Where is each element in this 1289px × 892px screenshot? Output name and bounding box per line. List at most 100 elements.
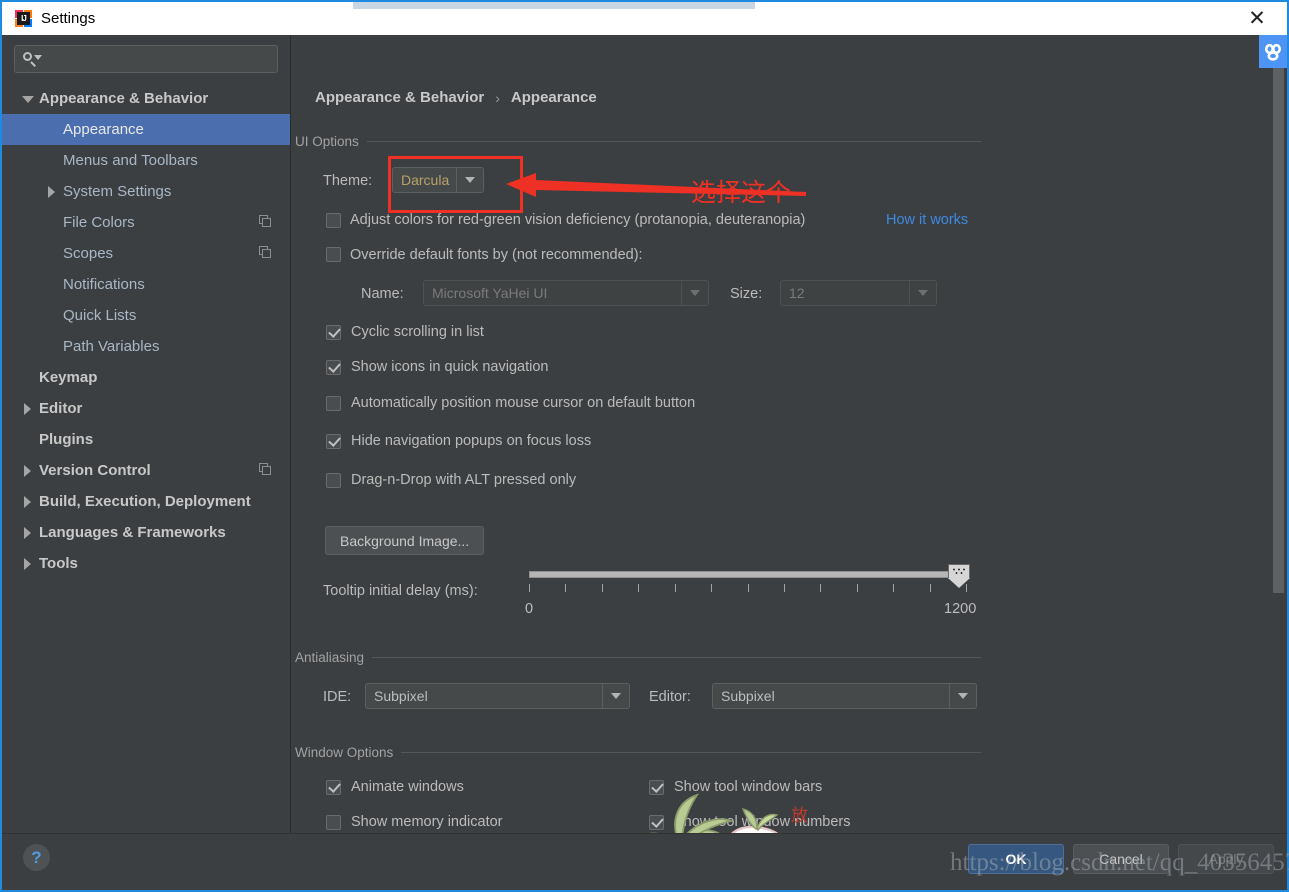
content-scrollbar-thumb[interactable] <box>1273 53 1284 593</box>
sidebar-item-build-execution-deployment[interactable]: Build, Execution, Deployment <box>2 486 290 517</box>
settings-tree: Appearance & Behavior Appearance Menus and… <box>2 83 290 579</box>
sidebar-item-label: Editor <box>39 400 83 417</box>
editor-antialiasing-select[interactable]: Subpixel <box>712 683 977 709</box>
chevron-right-icon[interactable] <box>20 463 35 478</box>
sidebar-item-languages-frameworks[interactable]: Languages & Frameworks <box>2 517 290 548</box>
sidebar-item-scopes[interactable]: Scopes <box>2 238 290 269</box>
copy-settings-icon <box>259 246 272 259</box>
intellij-idea-icon: IJ <box>15 10 32 27</box>
sidebar-item-appearance[interactable]: Appearance <box>2 114 290 145</box>
group-window-options-label: Window Options <box>295 745 394 760</box>
ui-option-label: Automatically position mouse cursor on d… <box>351 395 696 411</box>
chevron-down-icon <box>681 281 708 305</box>
sidebar-item-notifications[interactable]: Notifications <box>2 269 290 300</box>
settings-content: Appearance & Behavior › Appearance UI Op… <box>291 35 1287 833</box>
sidebar-item-quick-lists[interactable]: Quick Lists <box>2 300 290 331</box>
chevron-right-icon[interactable] <box>20 494 35 509</box>
ui-option-checkbox[interactable] <box>326 434 341 449</box>
sidebar-item-label: Keymap <box>39 369 98 386</box>
sidebar-item-label: Notifications <box>63 276 145 293</box>
sidebar-item-plugins[interactable]: Plugins <box>2 424 290 455</box>
chevron-right-icon[interactable] <box>20 401 35 416</box>
adjust-colors-checkbox[interactable] <box>326 213 341 228</box>
chevron-down-icon <box>602 684 629 708</box>
ui-option-checkbox[interactable] <box>326 360 341 375</box>
dialog-footer: ? OK Cancel Apply https://blog.csdn.net/… <box>2 833 1289 890</box>
sidebar-item-label: Languages & Frameworks <box>39 524 226 541</box>
window-option-right-checkbox[interactable] <box>649 815 664 830</box>
background-image-button[interactable]: Background Image... <box>325 526 485 555</box>
dialog-body: Appearance & Behavior Appearance Menus and… <box>2 35 1287 833</box>
sidebar-item-label: Appearance <box>63 121 144 138</box>
tooltip-delay-slider[interactable] <box>529 564 970 595</box>
help-button[interactable]: ? <box>23 844 50 871</box>
slider-min-label: 0 <box>525 601 534 617</box>
sidebar-item-label: System Settings <box>63 183 172 200</box>
ui-option-checkbox[interactable] <box>326 396 341 411</box>
font-name-select[interactable]: Microsoft YaHei UI <box>423 280 709 306</box>
slider-track <box>529 571 966 578</box>
slider-thumb[interactable] <box>948 564 970 588</box>
theme-label: Theme: <box>323 173 373 189</box>
sidebar-item-keymap[interactable]: Keymap <box>2 362 290 393</box>
search-box[interactable] <box>14 45 278 73</box>
breadcrumb-root[interactable]: Appearance & Behavior <box>315 89 484 106</box>
sidebar-item-label: Appearance & Behavior <box>39 90 209 107</box>
override-fonts-label: Override default fonts by (not recommend… <box>350 247 643 263</box>
group-antialiasing: Antialiasing <box>295 650 981 665</box>
sidebar-item-system-settings[interactable]: System Settings <box>2 176 290 207</box>
theme-select[interactable]: Darcula <box>392 167 484 193</box>
group-window-options: Window Options <box>295 745 981 760</box>
sidebar-item-menus-and-toolbars[interactable]: Menus and Toolbars <box>2 145 290 176</box>
font-size-select[interactable]: 12 <box>780 280 937 306</box>
adjust-colors-label: Adjust colors for red-green vision defic… <box>350 212 806 228</box>
chevron-down-icon <box>456 168 483 192</box>
ide-antialiasing-select[interactable]: Subpixel <box>365 683 630 709</box>
chevron-right-icon[interactable] <box>44 184 59 199</box>
ui-option-label: Drag-n-Drop with ALT pressed only <box>351 472 577 488</box>
window-option-left-label: Animate windows <box>351 779 464 795</box>
ui-option-label: Hide navigation popups on focus loss <box>351 433 592 449</box>
sidebar-item-appearance-behavior[interactable]: Appearance & Behavior <box>2 83 290 114</box>
editor-antialiasing-label: Editor: <box>649 689 691 705</box>
ui-option-checkbox[interactable] <box>326 325 341 340</box>
baidu-netdisk-icon[interactable] <box>1259 35 1287 68</box>
font-size-value: 12 <box>789 285 805 301</box>
copy-settings-icon <box>259 215 272 228</box>
sidebar-item-label: Build, Execution, Deployment <box>39 493 251 510</box>
window-option-left-checkbox[interactable] <box>326 815 341 830</box>
chevron-down-icon[interactable] <box>20 91 35 106</box>
window-option-right-checkbox[interactable] <box>649 780 664 795</box>
title-bar-ghost-strip <box>353 2 755 9</box>
breadcrumb-separator-icon: › <box>495 89 500 106</box>
search-input[interactable] <box>42 50 269 68</box>
sidebar-item-version-control[interactable]: Version Control <box>2 455 290 486</box>
editor-antialiasing-value: Subpixel <box>721 688 775 704</box>
ui-option-checkbox[interactable] <box>326 473 341 488</box>
how-it-works-link[interactable]: How it works <box>886 212 968 228</box>
chevron-right-icon[interactable] <box>20 556 35 571</box>
ui-option-label: Show icons in quick navigation <box>351 359 549 375</box>
close-icon[interactable]: ✕ <box>1239 2 1275 35</box>
window-option-left-checkbox[interactable] <box>326 780 341 795</box>
chevron-right-icon[interactable] <box>20 525 35 540</box>
breadcrumb: Appearance & Behavior › Appearance <box>315 89 597 106</box>
font-name-label: Name: <box>361 286 404 302</box>
sidebar-item-editor[interactable]: Editor <box>2 393 290 424</box>
url-watermark: https://blog.csdn.net/qq_40356457 <box>950 849 1289 876</box>
content-scrollbar[interactable] <box>1273 45 1284 823</box>
window-option-right-label: Show tool window numbers <box>674 814 851 830</box>
sidebar-item-path-variables[interactable]: Path Variables <box>2 331 290 362</box>
sidebar-item-tools[interactable]: Tools <box>2 548 290 579</box>
sidebar-item-label: Path Variables <box>63 338 160 355</box>
chevron-down-icon <box>909 281 936 305</box>
group-ui-options-label: UI Options <box>295 134 359 149</box>
sidebar-item-label: Version Control <box>39 462 151 479</box>
sidebar-item-file-colors[interactable]: File Colors <box>2 207 290 238</box>
annotation-text: 选择这个 <box>691 178 792 207</box>
override-fonts-checkbox[interactable] <box>326 247 341 262</box>
theme-select-value: Darcula <box>401 172 450 188</box>
